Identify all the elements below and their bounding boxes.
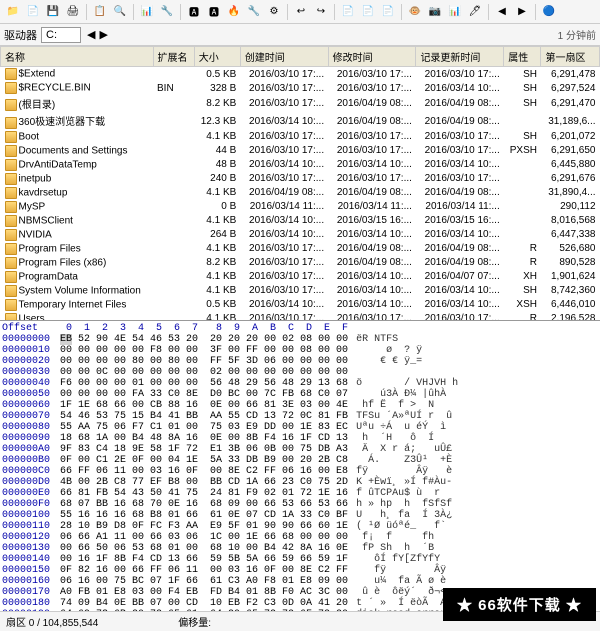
toolbar-button[interactable]: ↪ — [312, 3, 330, 21]
folder-icon — [5, 243, 17, 255]
folder-icon — [5, 299, 17, 311]
watermark-banner: ★ 66软件下载 ★ — [443, 588, 596, 621]
toolbar-button[interactable]: 🔥 — [225, 3, 243, 21]
toolbar-button[interactable]: 🔵 — [540, 3, 558, 21]
hex-viewer: Offset 000000000000001000000020000000300… — [0, 321, 600, 611]
toolbar-button[interactable]: ◀ — [493, 3, 511, 21]
drive-select[interactable]: C: — [41, 27, 81, 43]
toolbar-button[interactable]: 🖊 — [466, 3, 484, 21]
table-row[interactable]: Users4.1 KB2016/03/10 17:...2016/03/10 1… — [1, 312, 600, 321]
folder-icon — [5, 82, 17, 94]
main-toolbar: 📁📄💾🖨📋🔍📊🔧🅰🅰🔥🔧⚙↩↪📄📄📄🐵📷📊🖊◀▶🔵 — [0, 0, 600, 24]
toolbar-button[interactable]: 🅰 — [185, 3, 203, 21]
toolbar-button[interactable]: 🔧 — [245, 3, 263, 21]
folder-icon — [5, 99, 17, 111]
drive-prev-button[interactable]: ◀ — [85, 28, 97, 41]
toolbar-button[interactable]: 🔧 — [158, 3, 176, 21]
table-row[interactable]: System Volume Information4.1 KB2016/03/1… — [1, 284, 600, 298]
toolbar-button[interactable]: ↩ — [292, 3, 310, 21]
toolbar-button[interactable]: 📋 — [91, 3, 109, 21]
toolbar-button[interactable]: 📄 — [24, 3, 42, 21]
toolbar-button[interactable]: 📷 — [426, 3, 444, 21]
star-icon: ★ — [457, 597, 473, 614]
column-header[interactable]: 属性 — [504, 47, 541, 67]
toolbar-button[interactable]: 📄 — [379, 3, 397, 21]
toolbar-button[interactable]: 🔍 — [111, 3, 129, 21]
folder-icon — [5, 173, 17, 185]
drive-next-button[interactable]: ▶ — [97, 28, 109, 41]
folder-icon — [5, 145, 17, 157]
folder-icon — [5, 68, 17, 80]
table-row[interactable]: Temporary Internet Files0.5 KB2016/03/14… — [1, 298, 600, 312]
column-header[interactable]: 修改时间 — [328, 47, 416, 67]
folder-icon — [5, 313, 17, 321]
table-row[interactable]: $Extend0.5 KB2016/03/10 17:...2016/03/10… — [1, 67, 600, 82]
table-row[interactable]: Boot4.1 KB2016/03/10 17:...2016/03/10 17… — [1, 130, 600, 144]
folder-icon — [5, 187, 17, 199]
table-row[interactable]: MySP0 B2016/03/14 11:...2016/03/14 11:..… — [1, 200, 600, 214]
toolbar-button[interactable]: 📊 — [138, 3, 156, 21]
column-header[interactable]: 第一扇区 — [541, 47, 600, 67]
table-row[interactable]: kavdrsetup4.1 KB2016/04/19 08:...2016/04… — [1, 186, 600, 200]
offset-label: 偏移量: — [178, 614, 211, 629]
file-table: 名称扩展名大小创建时间修改时间记录更新时间属性第一扇区 $Extend0.5 K… — [0, 46, 600, 321]
table-row[interactable]: inetpub240 B2016/03/10 17:...2016/03/10 … — [1, 172, 600, 186]
folder-icon — [5, 215, 17, 227]
drive-row: 驱动器 C: ◀ ▶ 1 分钟前 — [0, 24, 600, 46]
toolbar-button[interactable]: 🅰 — [205, 3, 223, 21]
folder-icon — [5, 131, 17, 143]
column-header[interactable]: 创建时间 — [240, 47, 328, 67]
folder-icon — [5, 159, 17, 171]
banner-text: 66软件下载 — [478, 597, 561, 614]
toolbar-button[interactable]: 🖨 — [64, 3, 82, 21]
table-row[interactable]: Program Files4.1 KB2016/03/10 17:...2016… — [1, 242, 600, 256]
column-header[interactable]: 扩展名 — [153, 47, 194, 67]
table-row[interactable]: NBMSClient4.1 KB2016/03/14 10:...2016/03… — [1, 214, 600, 228]
table-row[interactable]: 360极速浏览器下载12.3 KB2016/03/14 10:...2016/0… — [1, 112, 600, 129]
folder-icon — [5, 271, 17, 283]
table-row[interactable]: DrvAntiDataTemp48 B2016/03/14 10:...2016… — [1, 158, 600, 172]
table-row[interactable]: ProgramData4.1 KB2016/03/10 17:...2016/0… — [1, 270, 600, 284]
folder-icon — [5, 229, 17, 241]
sector-status: 扇区 0 / 104,855,544 — [6, 614, 98, 629]
toolbar-button[interactable]: ▶ — [513, 3, 531, 21]
toolbar-button[interactable]: 📊 — [446, 3, 464, 21]
folder-icon — [5, 285, 17, 297]
column-header[interactable]: 记录更新时间 — [416, 47, 504, 67]
column-header[interactable]: 大小 — [194, 47, 240, 67]
folder-icon — [5, 257, 17, 269]
toolbar-button[interactable]: 📁 — [4, 3, 22, 21]
file-list-pane: 名称扩展名大小创建时间修改时间记录更新时间属性第一扇区 $Extend0.5 K… — [0, 46, 600, 321]
toolbar-button[interactable]: 📄 — [339, 3, 357, 21]
folder-icon — [5, 117, 17, 129]
table-row[interactable]: Program Files (x86)8.2 KB2016/03/10 17:.… — [1, 256, 600, 270]
toolbar-button[interactable]: 🐵 — [406, 3, 424, 21]
drive-label: 驱动器 — [4, 27, 37, 43]
star-icon: ★ — [566, 597, 582, 614]
toolbar-button[interactable]: 📄 — [359, 3, 377, 21]
column-header[interactable]: 名称 — [1, 47, 154, 67]
table-row[interactable]: (根目录)8.2 KB2016/03/10 17:...2016/04/19 0… — [1, 95, 600, 112]
table-row[interactable]: Documents and Settings44 B2016/03/10 17:… — [1, 144, 600, 158]
table-row[interactable]: NVIDIA264 B2016/03/14 10:...2016/03/14 1… — [1, 228, 600, 242]
timer-label: 1 分钟前 — [558, 27, 596, 42]
toolbar-button[interactable]: ⚙ — [265, 3, 283, 21]
table-row[interactable]: $RECYCLE.BINBIN328 B2016/03/10 17:...201… — [1, 81, 600, 95]
folder-icon — [5, 201, 17, 213]
toolbar-button[interactable]: 💾 — [44, 3, 62, 21]
